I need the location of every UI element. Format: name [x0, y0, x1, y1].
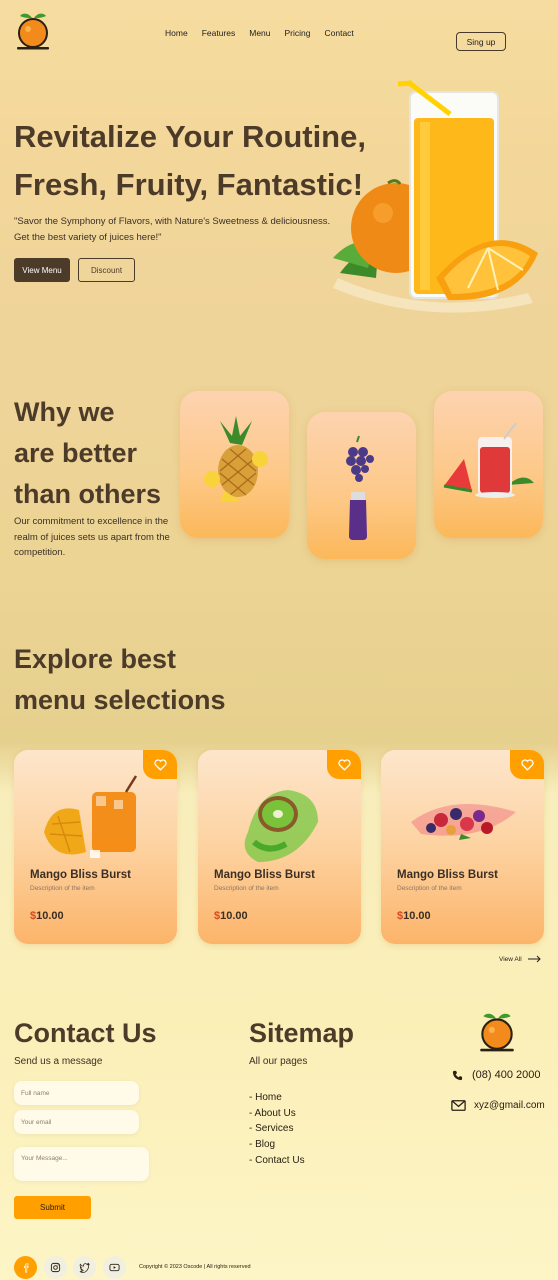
sitemap-links: - Home - About Us - Services - Blog - Co…: [249, 1090, 305, 1169]
menu-item-description: Description of the item: [214, 885, 279, 892]
nav-contact[interactable]: Contact: [324, 28, 353, 38]
orange-logo-icon: [480, 1013, 514, 1052]
price-value: 10.00: [220, 910, 248, 922]
menu-item-description: Description of the item: [397, 885, 462, 892]
heart-icon: [337, 758, 351, 771]
nav-features[interactable]: Features: [202, 28, 236, 38]
hero-subtitle-line2: Get the best variety of juices here!": [14, 232, 162, 243]
submit-button[interactable]: Submit: [14, 1196, 91, 1219]
signup-button[interactable]: Sing up: [456, 32, 506, 51]
footer-logo: [477, 1010, 517, 1054]
explore-title: Explore best menu selections: [14, 639, 314, 721]
email-address: xyz@gmail.com: [474, 1100, 545, 1111]
sitemap-link-contact[interactable]: - Contact Us: [249, 1153, 305, 1169]
view-all-label: View All: [499, 955, 522, 963]
kiwi-splash-image: [244, 790, 318, 862]
watermelon-juice-image: [443, 422, 534, 498]
orange-logo-icon: [17, 13, 49, 50]
menu-item-price: $10.00: [214, 910, 248, 922]
copyright-text: Copyright © 2023 Oscode | All rights res…: [139, 1264, 251, 1270]
mail-icon: [451, 1100, 466, 1111]
view-menu-button[interactable]: View Menu: [14, 258, 70, 282]
youtube-button[interactable]: [103, 1256, 126, 1279]
phone-icon: [452, 1070, 463, 1080]
berry-splash-image: [411, 804, 516, 840]
menu-item-name: Mango Bliss Burst: [30, 869, 131, 881]
sitemap-link-services[interactable]: - Services: [249, 1121, 305, 1137]
hero-subtitle-line1: "Savor the Symphony of Flavors, with Nat…: [14, 216, 331, 227]
nav-home[interactable]: Home: [165, 28, 188, 38]
menu-card[interactable]: Mango Bliss Burst Description of the ite…: [381, 750, 544, 944]
feature-card-watermelon: [434, 391, 543, 538]
explore-title-line1: Explore best: [14, 644, 177, 674]
twitter-button[interactable]: [73, 1256, 96, 1279]
discount-button[interactable]: Discount: [78, 258, 135, 282]
explore-title-line2: menu selections: [14, 685, 226, 715]
hero-subtitle: "Savor the Symphony of Flavors, with Nat…: [14, 214, 344, 246]
sitemap-link-about[interactable]: - About Us: [249, 1106, 305, 1122]
heart-icon: [153, 758, 167, 771]
menu-card[interactable]: Mango Bliss Burst Description of the ite…: [198, 750, 361, 944]
email-input[interactable]: Your email: [14, 1110, 139, 1134]
nav-menu[interactable]: Menu: [249, 28, 270, 38]
why-title-line3: than others: [14, 479, 162, 509]
main-nav: Home Features Menu Pricing Contact: [165, 28, 354, 38]
twitter-icon: [79, 1262, 90, 1273]
why-title-line2: are better: [14, 438, 138, 468]
mango-drink-image: [44, 775, 138, 858]
menu-item-price: $10.00: [397, 910, 431, 922]
contact-title: Contact Us: [14, 1018, 157, 1048]
grape-juice-image: [346, 435, 374, 540]
feature-card-grape: [307, 412, 416, 559]
instagram-button[interactable]: [44, 1256, 67, 1279]
sitemap-subtitle: All our pages: [249, 1056, 308, 1067]
menu-card[interactable]: Mango Bliss Burst Description of the ite…: [14, 750, 177, 944]
menu-item-name: Mango Bliss Burst: [397, 869, 498, 881]
youtube-icon: [109, 1263, 120, 1272]
instagram-icon: [50, 1262, 61, 1273]
brand-logo[interactable]: [14, 10, 52, 52]
facebook-icon: [23, 1263, 28, 1272]
phone-number: (08) 400 2000: [472, 1069, 541, 1081]
contact-subtitle: Send us a message: [14, 1056, 103, 1067]
feature-card-pineapple: [180, 391, 289, 538]
menu-item-name: Mango Bliss Burst: [214, 869, 315, 881]
orange-juice-glass-image: [328, 78, 543, 314]
why-description: Our commitment to excellence in the real…: [14, 516, 170, 558]
heart-icon: [520, 758, 534, 771]
message-textarea[interactable]: Your Message...: [14, 1147, 149, 1181]
why-title-line1: Why we: [14, 397, 115, 427]
full-name-input[interactable]: Full name: [14, 1081, 139, 1105]
facebook-button[interactable]: [14, 1256, 37, 1279]
price-value: 10.00: [403, 910, 431, 922]
why-title: Why we are better than others: [14, 392, 174, 515]
price-value: 10.00: [36, 910, 64, 922]
menu-item-price: $10.00: [30, 910, 64, 922]
menu-item-description: Description of the item: [30, 885, 95, 892]
nav-pricing[interactable]: Pricing: [285, 28, 311, 38]
pineapple-image: [204, 416, 268, 501]
email-contact[interactable]: xyz@gmail.com: [451, 1100, 545, 1111]
arrow-right-icon: [527, 955, 541, 963]
view-all-link[interactable]: View All: [499, 955, 542, 963]
sitemap-title: Sitemap: [249, 1018, 355, 1048]
sitemap-link-home[interactable]: - Home: [249, 1090, 305, 1106]
phone-contact[interactable]: (08) 400 2000: [452, 1069, 541, 1081]
sitemap-link-blog[interactable]: - Blog: [249, 1137, 305, 1153]
